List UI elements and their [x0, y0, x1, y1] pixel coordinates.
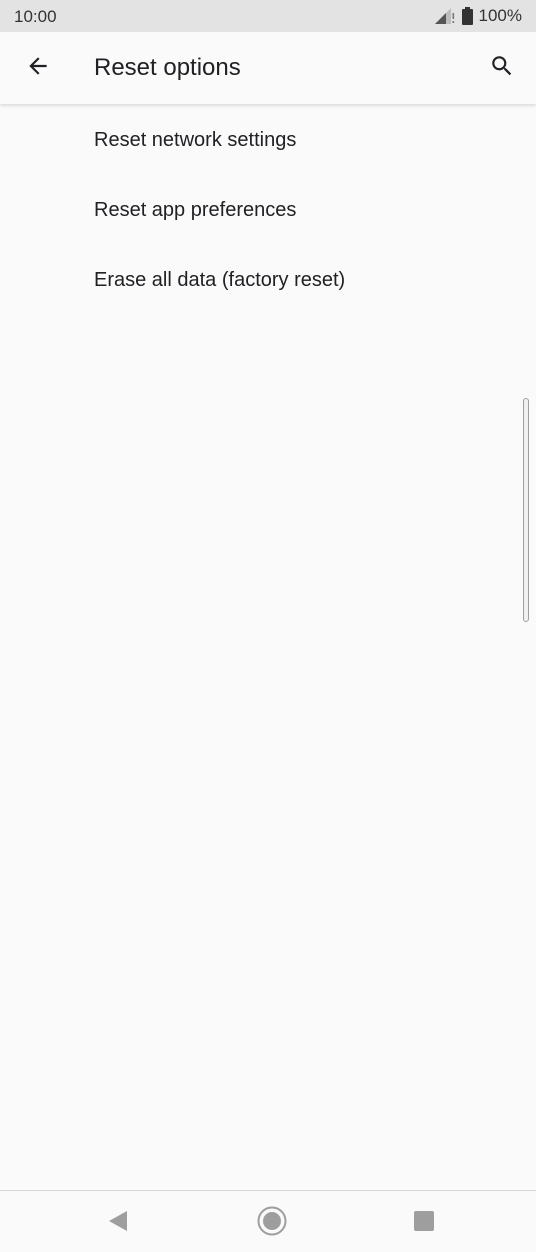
reset-options-list: Reset network settings Reset app prefere…	[0, 105, 536, 315]
nav-recents-icon	[413, 1210, 435, 1237]
scrollbar[interactable]	[523, 398, 529, 622]
list-item-label: Reset app preferences	[94, 198, 297, 221]
back-button[interactable]	[16, 46, 60, 90]
list-item-label: Reset network settings	[94, 128, 297, 151]
page-title: Reset options	[94, 54, 241, 81]
status-icons: 100%	[434, 6, 522, 26]
app-bar: Reset options	[0, 32, 536, 104]
list-item-reset-network-settings[interactable]: Reset network settings	[0, 105, 536, 175]
status-time: 10:00	[14, 7, 57, 26]
nav-back-icon	[107, 1210, 129, 1237]
list-item-erase-all-data[interactable]: Erase all data (factory reset)	[0, 245, 536, 315]
search-icon	[489, 53, 515, 84]
battery-icon	[461, 7, 473, 25]
battery-percentage: 100%	[478, 6, 522, 25]
list-item-reset-app-preferences[interactable]: Reset app preferences	[0, 175, 536, 245]
status-bar: 10:00 100%	[0, 0, 536, 32]
nav-home-icon	[256, 1205, 288, 1242]
screen: 10:00 100% Reset options Reset network s…	[0, 0, 536, 1252]
nav-recents-button[interactable]	[404, 1203, 444, 1243]
nav-home-button[interactable]	[252, 1203, 292, 1243]
nav-back-button[interactable]	[98, 1203, 138, 1243]
signal-icon	[434, 7, 456, 25]
search-button[interactable]	[480, 46, 524, 90]
back-arrow-icon	[25, 53, 51, 84]
nav-bar	[0, 1190, 536, 1252]
list-item-label: Erase all data (factory reset)	[94, 268, 346, 291]
